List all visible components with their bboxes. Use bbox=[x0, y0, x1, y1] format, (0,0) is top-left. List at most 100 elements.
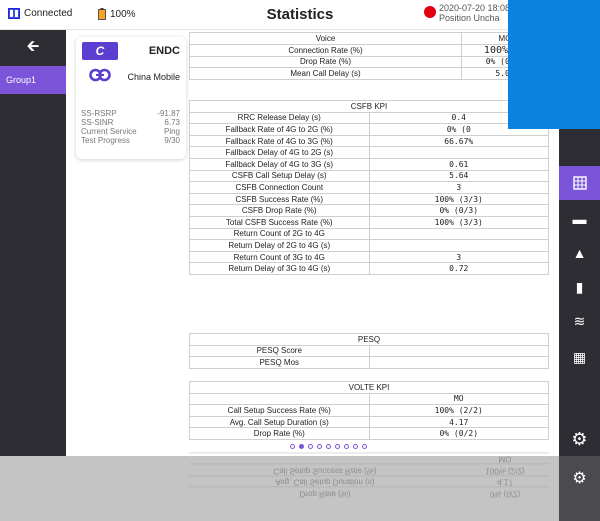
carrier-badge: C bbox=[82, 42, 118, 60]
table-row: Fallback Delay of 4G to 3G (s) 0.61 bbox=[189, 157, 549, 171]
row-label bbox=[189, 392, 370, 406]
connection-label: Connected bbox=[24, 8, 73, 19]
row-label: Avg. Call Setup Duration (s) bbox=[275, 477, 375, 487]
row-label: RRC Release Delay (s) bbox=[189, 111, 370, 125]
apps-button[interactable]: ▦ bbox=[559, 340, 600, 374]
overlay-panel bbox=[508, 0, 600, 129]
row-value: 100% (3/3) bbox=[368, 192, 549, 206]
pager-dot[interactable] bbox=[362, 444, 367, 449]
row-label: CSFB Success Rate (%) bbox=[189, 192, 370, 206]
row-value: 0% (0/2) bbox=[489, 489, 521, 499]
row-value bbox=[368, 239, 549, 252]
pager-dot-active[interactable] bbox=[299, 444, 304, 449]
reflected-settings: ⚙ bbox=[559, 456, 600, 521]
pager-dot[interactable] bbox=[326, 444, 331, 449]
row-value: 4.17 bbox=[497, 477, 513, 487]
table-grid-icon bbox=[572, 176, 587, 190]
row-label: Return Delay of 2G to 4G (s) bbox=[189, 239, 370, 252]
table-row: Connection Rate (%) 100% (5 bbox=[189, 43, 549, 57]
voice-table: Voice MO Connection Rate (%) 100% (5 Drop… bbox=[189, 32, 549, 80]
folder-button[interactable]: ▬ bbox=[559, 202, 600, 236]
row-value: MO bbox=[498, 454, 512, 464]
pager-dot[interactable] bbox=[335, 444, 340, 449]
table-row: VOLTE KPI bbox=[189, 381, 549, 394]
pesq-table: PESQ PESQ Score PESQ Mos bbox=[189, 333, 549, 369]
row-label: CSFB Call Setup Delay (s) bbox=[189, 169, 370, 183]
row-label: Return Delay of 3G to 4G (s) bbox=[189, 262, 370, 275]
table-row: Return Count of 2G to 4G bbox=[189, 227, 549, 241]
csfb-table: CSFB KPI RRC Release Delay (s) 0.4 Fallba… bbox=[189, 100, 549, 275]
grid-view-button[interactable] bbox=[559, 166, 600, 200]
row-label: Connection Rate (%) bbox=[189, 43, 462, 57]
network-tech: ENDC bbox=[148, 45, 180, 57]
connection-status: Connected bbox=[8, 8, 72, 19]
row-label: Return Count of 2G to 4G bbox=[189, 227, 370, 241]
table-row: Return Count of 3G to 4G 3 bbox=[189, 250, 549, 264]
row-value: 3 bbox=[368, 181, 549, 194]
battery-status: 100% bbox=[98, 8, 136, 20]
volte-col-mo: MO bbox=[368, 392, 549, 406]
row-value: 100% (2/2) bbox=[485, 466, 525, 476]
table-row: Drop Rate (%) 0% (0/2) bbox=[189, 427, 549, 440]
table-row: CSFB Drop Rate (%) 0% (0/3) bbox=[189, 204, 549, 217]
pager-dot[interactable] bbox=[344, 444, 349, 449]
card-row-value: 9/30 bbox=[164, 136, 180, 145]
document-button[interactable]: ▮ bbox=[559, 270, 600, 304]
card-row: Current Service Ping bbox=[81, 127, 180, 136]
settings-button[interactable]: ⚙ bbox=[559, 422, 600, 456]
csfb-header: CSFB KPI bbox=[189, 100, 549, 113]
table-row: Total CSFB Success Rate (%) 100% (3/3) bbox=[189, 215, 549, 229]
table-row: CSFB Call Setup Delay (s) 5.64 bbox=[189, 169, 549, 183]
row-label: Return Count of 3G to 4G bbox=[189, 250, 370, 264]
location-button[interactable]: ▲ bbox=[559, 236, 600, 270]
row-value: 5.64 bbox=[368, 169, 549, 183]
back-button[interactable]: 🡰 bbox=[0, 30, 66, 64]
table-row: Fallback Delay of 4G to 2G (s) bbox=[189, 146, 549, 159]
row-label: Fallback Delay of 4G to 3G (s) bbox=[189, 157, 370, 171]
battery-label: 100% bbox=[110, 8, 136, 20]
gear-icon: ⚙ bbox=[572, 470, 587, 487]
location-pin-icon: ▲ bbox=[572, 245, 587, 261]
table-row: MO bbox=[189, 392, 549, 406]
document-icon: ▮ bbox=[575, 278, 584, 295]
group-item[interactable]: Group1 bbox=[0, 66, 66, 94]
card-row: Test Progress 9/30 bbox=[81, 136, 180, 145]
pager-dot[interactable] bbox=[290, 444, 295, 449]
row-label: Drop Rate (%) bbox=[299, 489, 351, 499]
device-card[interactable]: C ENDC China Mobile SS-RSRP -91.87 SS-SIN… bbox=[76, 37, 186, 159]
row-label: Call Setup Success Rate (%) bbox=[273, 466, 377, 476]
voice-header: Voice bbox=[189, 32, 462, 45]
reflected-table: Drop Rate (%) 0% (0/2) Avg. Call Setup Du… bbox=[189, 452, 549, 499]
table-row: PESQ Mos bbox=[189, 356, 549, 369]
pager-dot[interactable] bbox=[308, 444, 313, 449]
reflected-row: Call Setup Success Rate (%) 100% (2/2) bbox=[189, 463, 549, 476]
row-label: PESQ Mos bbox=[189, 356, 370, 369]
card-row-key: Test Progress bbox=[81, 136, 130, 145]
row-label: Drop Rate (%) bbox=[189, 427, 370, 440]
row-value: 0% (0/3) bbox=[368, 204, 549, 217]
device-icon bbox=[8, 8, 20, 19]
back-arrow-icon: 🡰 bbox=[26, 38, 40, 55]
row-label: Drop Rate (%) bbox=[189, 55, 462, 69]
row-label: Total CSFB Success Rate (%) bbox=[189, 215, 370, 229]
row-value: 4.17 bbox=[368, 415, 549, 429]
row-label: Mean Call Delay (s) bbox=[189, 67, 462, 80]
table-row: Avg. Call Setup Duration (s) 4.17 bbox=[189, 415, 549, 429]
pager-dot[interactable] bbox=[353, 444, 358, 449]
row-value: 0% (0/2) bbox=[368, 427, 549, 440]
table-row: Mean Call Delay (s) 5.05 bbox=[189, 67, 549, 80]
row-value: 100% (3/3) bbox=[368, 215, 549, 229]
row-label: Avg. Call Setup Duration (s) bbox=[189, 415, 370, 429]
pager-dot[interactable] bbox=[317, 444, 322, 449]
row-label bbox=[189, 453, 461, 464]
card-row: SS-RSRP -91.87 bbox=[81, 109, 180, 118]
signal-button[interactable]: ≋ bbox=[559, 304, 600, 338]
pager-dots[interactable] bbox=[290, 444, 367, 449]
table-row: RRC Release Delay (s) 0.4 bbox=[189, 111, 549, 125]
row-value: 0.61 bbox=[368, 157, 549, 171]
volte-table: VOLTE KPI MO Call Setup Success Rate (%)… bbox=[189, 381, 549, 440]
card-row-value: -91.87 bbox=[157, 109, 180, 118]
gps-alert-icon bbox=[424, 6, 436, 18]
reflected-row: Avg. Call Setup Duration (s) 4.17 bbox=[189, 475, 549, 487]
gear-icon: ⚙ bbox=[571, 428, 588, 449]
